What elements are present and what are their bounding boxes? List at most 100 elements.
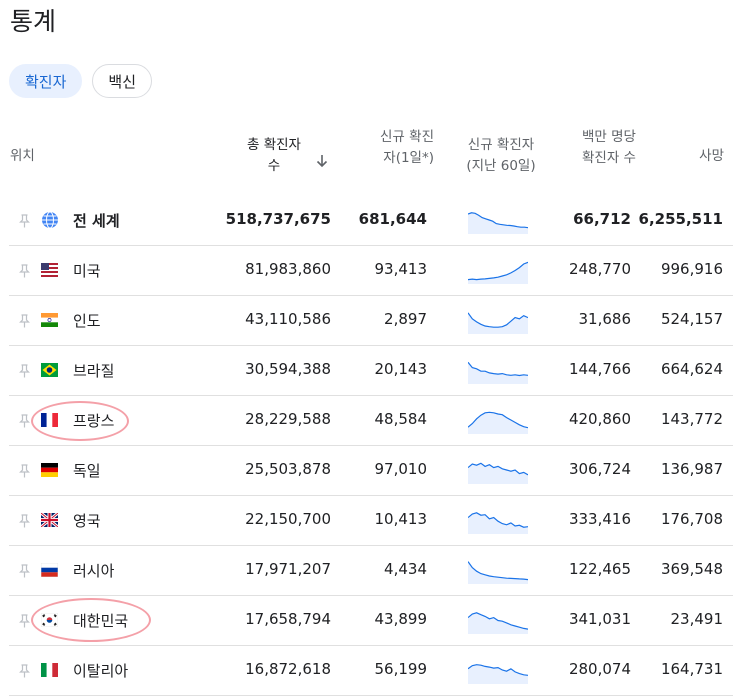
deaths-value: 524,157 [660, 310, 723, 328]
new-cases-value: 4,434 [384, 560, 427, 578]
trend-sparkline [468, 462, 528, 484]
table-row[interactable]: 브라질 30,594,388 20,143 144,766 664,624 [9, 346, 733, 396]
header-new-cases: 신규 확진자(1일*) [380, 129, 434, 166]
new-cases-value: 20,143 [374, 360, 428, 378]
per-million-value: 248,770 [568, 260, 631, 278]
total-cases-value: 30,594,388 [245, 360, 331, 378]
deaths-value: 664,624 [660, 360, 723, 378]
tab-bar: 확진자 백신 [9, 64, 153, 98]
header-location: 위치 [10, 148, 35, 164]
total-cases-value: 25,503,878 [245, 460, 331, 478]
stats-table: 전 세계 518,737,675 681,644 66,712 6,255,51… [9, 196, 733, 696]
pin-icon[interactable] [19, 564, 30, 578]
deaths-value: 996,916 [660, 260, 723, 278]
new-cases-value: 93,413 [374, 260, 428, 278]
trend-sparkline [468, 512, 528, 534]
deaths-value: 176,708 [660, 510, 723, 528]
location-name: 인도 [73, 312, 101, 330]
pin-icon[interactable] [19, 614, 30, 628]
pin-icon[interactable] [19, 514, 30, 528]
table-row[interactable]: 미국 81,983,860 93,413 248,770 996,916 [9, 246, 733, 296]
pin-icon[interactable] [19, 464, 30, 478]
table-row[interactable]: 이탈리아 16,872,618 56,199 280,074 164,731 [9, 646, 733, 696]
trend-sparkline [468, 561, 528, 584]
per-million-value: 333,416 [568, 510, 631, 528]
location-name: 러시아 [73, 562, 115, 580]
per-million-value: 280,074 [568, 660, 631, 678]
new-cases-value: 2,897 [384, 310, 427, 328]
total-cases-value: 28,229,588 [245, 410, 331, 428]
location-name: 이탈리아 [73, 662, 129, 680]
trend-sparkline [468, 361, 528, 384]
header-deaths: 사망 [699, 148, 724, 164]
highlight-circle [31, 598, 151, 642]
total-cases-value: 22,150,700 [245, 510, 331, 528]
highlight-circle [31, 401, 129, 441]
trend-sparkline [468, 612, 528, 634]
flag-de-icon [41, 463, 58, 477]
per-million-value: 66,712 [573, 210, 631, 228]
flag-gb-icon [41, 513, 58, 527]
per-million-value: 122,465 [568, 560, 631, 578]
tab-confirmed[interactable]: 확진자 [9, 64, 83, 98]
table-row[interactable]: 러시아 17,971,207 4,434 122,465 369,548 [9, 546, 733, 596]
new-cases-value: 43,899 [374, 610, 428, 628]
per-million-value: 144,766 [568, 360, 631, 378]
flag-br-icon [41, 363, 58, 377]
globe-icon [42, 211, 58, 229]
pin-icon[interactable] [19, 664, 30, 678]
sparkline-area [468, 312, 528, 334]
page-title: 통계 [10, 7, 57, 36]
pin-icon[interactable] [19, 314, 30, 328]
sparkline-area [468, 262, 528, 284]
new-cases-value: 97,010 [374, 460, 428, 478]
table-row-world[interactable]: 전 세계 518,737,675 681,644 66,712 6,255,51… [9, 196, 733, 246]
total-cases-value: 16,872,618 [245, 660, 331, 678]
trend-sparkline [468, 664, 528, 684]
table-row[interactable]: 프랑스 28,229,588 48,584 420,860 143,772 [9, 396, 733, 446]
header-trend: 신규 확진자 (지난 60일) [466, 137, 536, 174]
per-million-value: 341,031 [568, 610, 631, 628]
tab-vaccine[interactable]: 백신 [92, 64, 153, 98]
location-name: 독일 [73, 462, 101, 480]
flag-it-icon [41, 663, 58, 677]
flag-ru-icon [41, 563, 58, 577]
deaths-value: 136,987 [660, 460, 723, 478]
trend-sparkline [468, 312, 528, 334]
new-cases-value: 48,584 [374, 410, 428, 428]
location-name: 브라질 [73, 362, 115, 380]
pin-icon[interactable] [19, 214, 30, 228]
new-cases-value: 10,413 [374, 510, 428, 528]
table-header: 위치 총 확진자 수 신규 확진자(1일*) 신규 확진자 (지난 60일) 백… [0, 125, 747, 187]
new-cases-value: 56,199 [374, 660, 428, 678]
deaths-value: 6,255,511 [638, 210, 723, 228]
sparkline-area [468, 512, 528, 534]
header-per-million: 백만 명당 확진자 수 [582, 129, 636, 166]
total-cases-value: 81,983,860 [245, 260, 331, 278]
per-million-value: 306,724 [568, 460, 631, 478]
flag-us-icon [41, 263, 58, 277]
per-million-value: 420,860 [568, 410, 631, 428]
total-cases-value: 518,737,675 [225, 210, 331, 228]
total-cases-value: 43,110,586 [245, 310, 331, 328]
pin-icon[interactable] [19, 364, 30, 378]
location-name: 전 세계 [73, 212, 120, 230]
sparkline-area [468, 612, 528, 634]
location-name: 미국 [73, 262, 101, 280]
pin-icon[interactable] [19, 264, 30, 278]
table-row[interactable]: 영국 22,150,700 10,413 333,416 176,708 [9, 496, 733, 546]
trend-sparkline [468, 212, 528, 234]
table-row[interactable]: 독일 25,503,878 97,010 306,724 136,987 [9, 446, 733, 496]
total-cases-value: 17,658,794 [245, 610, 331, 628]
table-row[interactable]: 대한민국 17,658,794 43,899 341,031 23,491 [9, 596, 733, 646]
arrow-down-icon[interactable] [315, 154, 329, 168]
deaths-value: 369,548 [660, 560, 723, 578]
flag-in-icon [41, 313, 58, 327]
table-row[interactable]: 인도 43,110,586 2,897 31,686 524,157 [9, 296, 733, 346]
deaths-value: 143,772 [660, 410, 723, 428]
sparkline-area [468, 412, 528, 434]
header-total-cases[interactable]: 총 확진자 수 [243, 135, 339, 177]
location-name: 영국 [73, 512, 101, 530]
deaths-value: 164,731 [660, 660, 723, 678]
pin-icon[interactable] [19, 414, 30, 428]
